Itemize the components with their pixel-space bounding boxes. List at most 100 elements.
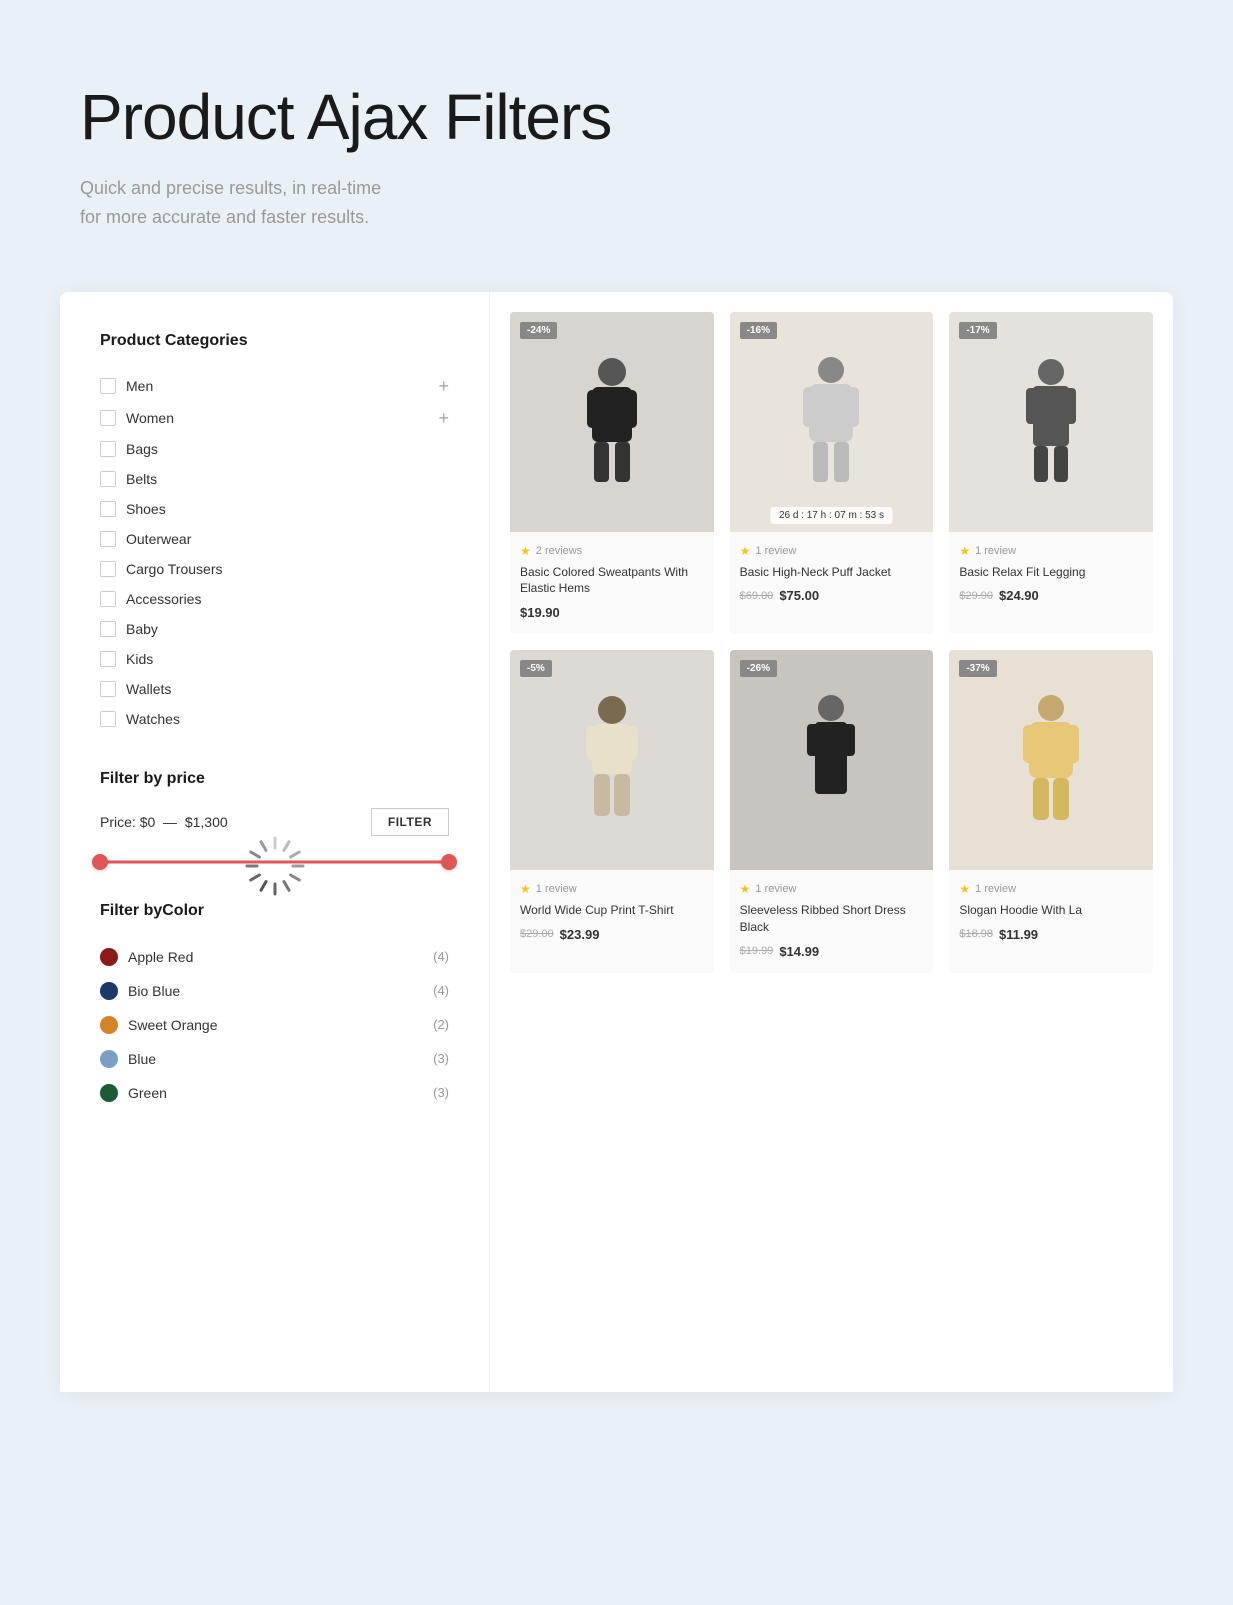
list-item: Kids [100,644,449,674]
product-card[interactable]: -5% ★ 1 review World W [510,650,714,973]
color-count-apple-red: (4) [433,949,449,964]
list-item: Bio Blue (4) [100,974,449,1008]
color-label-blue: Blue [128,1051,156,1067]
review-count: 1 review [975,545,1016,557]
product-card[interactable]: -37% ★ 1 review Slogan [949,650,1153,973]
category-label-watches: Watches [126,711,180,727]
product-badge: -37% [959,660,996,677]
color-count-bio-blue: (4) [433,983,449,998]
category-checkbox-kids[interactable] [100,651,116,667]
price-new: $11.99 [999,927,1038,942]
product-image: -26% [730,650,934,870]
product-name: Sleeveless Ribbed Short Dress Black [740,902,924,936]
product-image: -24% [510,312,714,532]
category-label-shoes: Shoes [126,501,166,517]
price-old: $69.00 [740,590,774,602]
color-dot-bio-blue[interactable] [100,982,118,1000]
product-rating: ★ 1 review [520,882,704,896]
product-name: Basic Relax Fit Legging [959,564,1143,581]
review-count: 1 review [975,883,1016,895]
category-checkbox-cargo-trousers[interactable] [100,561,116,577]
list-item: Wallets [100,674,449,704]
star-icon: ★ [740,544,751,558]
product-image: -16% 26 d : 17 h : 07 m : 53 s [730,312,934,532]
category-label-kids: Kids [126,651,153,667]
color-dot-blue[interactable] [100,1050,118,1068]
category-label-accessories: Accessories [126,591,201,607]
list-item: Accessories [100,584,449,614]
main-content: Product Categories Men + Women + [60,292,1173,1392]
list-item: Apple Red (4) [100,940,449,974]
product-info: ★ 2 reviews Basic Colored Sweatpants Wit… [510,532,714,635]
product-card[interactable]: -17% ★ 1 review Basic [949,312,1153,635]
category-label-belts: Belts [126,471,157,487]
product-badge: -5% [520,660,552,677]
star-icon: ★ [520,544,531,558]
list-item: Women + [100,402,449,434]
list-item: Blue (3) [100,1042,449,1076]
category-checkbox-baby[interactable] [100,621,116,637]
list-item: Baby [100,614,449,644]
expand-women-button[interactable]: + [438,409,449,427]
filter-price-title: Filter by price [100,770,449,788]
hero-subtitle: Quick and precise results, in real-time … [80,174,1153,232]
category-checkbox-shoes[interactable] [100,501,116,517]
category-checkbox-watches[interactable] [100,711,116,727]
category-label-baby: Baby [126,621,158,637]
product-rating: ★ 2 reviews [520,544,704,558]
product-badge: -26% [740,660,777,677]
color-dot-green[interactable] [100,1084,118,1102]
review-count: 2 reviews [536,545,582,557]
product-info: ★ 1 review Slogan Hoodie With La $18.98 … [949,870,1153,956]
product-badge: -17% [959,322,996,339]
slider-thumb-left[interactable] [92,854,108,870]
product-price: $29.90 $24.90 [959,588,1143,603]
product-badge: -24% [520,322,557,339]
product-card[interactable]: -24% ★ 2 reviews Basic [510,312,714,635]
product-price: $19.99 $14.99 [740,944,924,959]
product-info: ★ 1 review Basic High-Neck Puff Jacket $… [730,532,934,618]
star-icon: ★ [520,882,531,896]
category-checkbox-bags[interactable] [100,441,116,457]
review-count: 1 review [755,545,796,557]
product-image: -37% [949,650,1153,870]
color-dot-sweet-orange[interactable] [100,1016,118,1034]
color-label-sweet-orange: Sweet Orange [128,1017,218,1033]
slider-thumb-right[interactable] [441,854,457,870]
category-label-women: Women [126,410,174,426]
star-icon: ★ [740,882,751,896]
product-card[interactable]: -16% 26 d : 17 h : 07 m : 53 s ★ [730,312,934,635]
product-info: ★ 1 review World Wide Cup Print T-Shirt … [510,870,714,956]
product-badge: -16% [740,322,777,339]
category-checkbox-belts[interactable] [100,471,116,487]
category-checkbox-wallets[interactable] [100,681,116,697]
category-checkbox-accessories[interactable] [100,591,116,607]
list-item: Watches [100,704,449,734]
price-new: $14.99 [779,944,819,959]
page-title: Product Ajax Filters [80,80,1153,154]
list-item: Bags [100,434,449,464]
price-new: $24.90 [999,588,1039,603]
product-name: Slogan Hoodie With La [959,902,1143,919]
product-card[interactable]: -26% ★ 1 review Sleeveless Ribbed Short … [730,650,934,973]
product-image: -17% [949,312,1153,532]
color-label-green: Green [128,1085,167,1101]
color-dot-apple-red[interactable] [100,948,118,966]
category-checkbox-outerwear[interactable] [100,531,116,547]
expand-men-button[interactable]: + [438,377,449,395]
categories-title: Product Categories [100,332,449,350]
product-rating: ★ 1 review [740,882,924,896]
list-item: Outerwear [100,524,449,554]
product-rating: ★ 1 review [959,544,1143,558]
star-icon: ★ [959,544,970,558]
product-name: World Wide Cup Print T-Shirt [520,902,704,919]
category-label-cargo-trousers: Cargo Trousers [126,561,222,577]
price-new: $19.90 [520,605,560,620]
category-checkbox-men[interactable] [100,378,116,394]
product-price: $29.00 $23.99 [520,927,704,942]
category-checkbox-women[interactable] [100,410,116,426]
product-rating: ★ 1 review [740,544,924,558]
list-item: Sweet Orange (2) [100,1008,449,1042]
price-filter-button[interactable]: FILTER [371,808,449,836]
review-count: 1 review [755,883,796,895]
